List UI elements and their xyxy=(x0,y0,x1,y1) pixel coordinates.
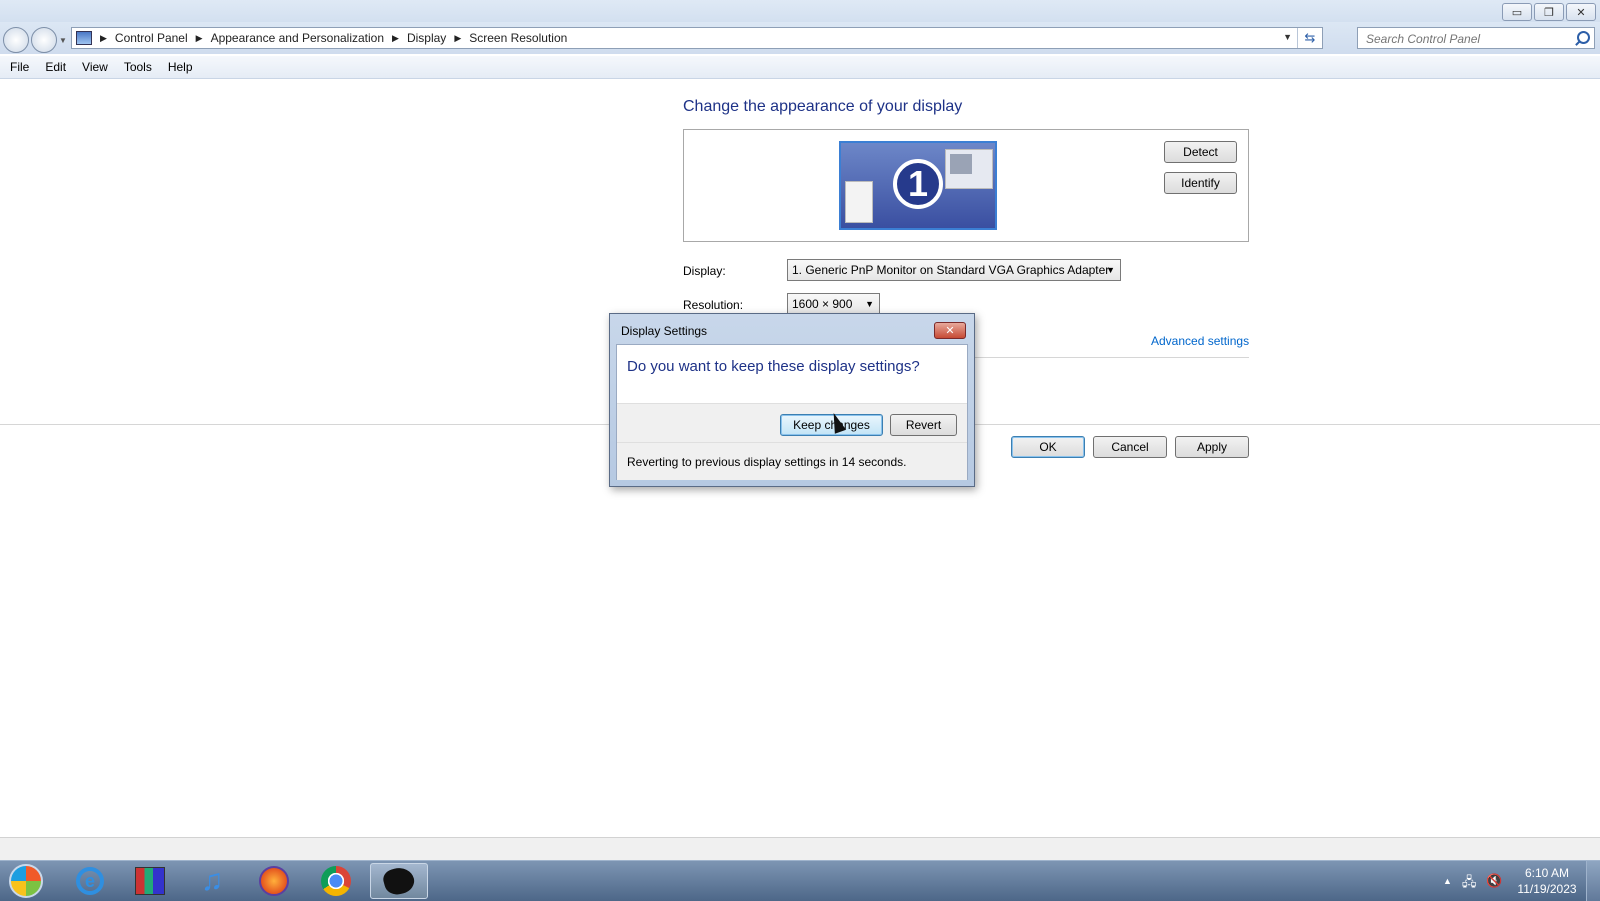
section-divider xyxy=(957,357,1249,358)
taskbar-archive-manager[interactable] xyxy=(122,863,178,899)
chrome-icon xyxy=(321,866,351,896)
menu-edit[interactable]: Edit xyxy=(37,60,74,74)
back-button[interactable] xyxy=(3,27,29,53)
address-bar[interactable]: ▶ Control Panel ▶ Appearance and Persona… xyxy=(71,27,1323,49)
restore-button[interactable]: ❐ xyxy=(1534,3,1564,21)
dialog-body: Do you want to keep these display settin… xyxy=(616,344,968,480)
breadcrumb-screen-resolution[interactable]: Screen Resolution xyxy=(469,31,567,45)
close-window-button[interactable]: ✕ xyxy=(1566,3,1596,21)
taskbar-itunes[interactable]: ♫ xyxy=(184,863,240,899)
resolution-select[interactable]: 1600 × 900 ▼ xyxy=(787,293,880,315)
dialog-footer: Reverting to previous display settings i… xyxy=(617,442,967,480)
window-thumbnail-icon xyxy=(845,181,873,223)
identify-button[interactable]: Identify xyxy=(1164,172,1237,194)
breadcrumb-arrow-icon[interactable]: ▶ xyxy=(454,33,461,44)
resolution-select-value: 1600 × 900 xyxy=(792,297,853,311)
chevron-down-icon: ▼ xyxy=(1106,265,1115,275)
taskbar-chrome[interactable] xyxy=(308,863,364,899)
minimize-icon: ▭ xyxy=(1511,6,1523,19)
system-tray: ▲ 🖧 🔇 xyxy=(1443,873,1503,895)
menu-tools[interactable]: Tools xyxy=(116,60,160,74)
forward-button[interactable] xyxy=(31,27,57,53)
recent-pages-dropdown-icon[interactable]: ▼ xyxy=(59,36,67,45)
menu-help[interactable]: Help xyxy=(160,60,201,74)
search-input[interactable] xyxy=(1364,29,1568,49)
monitor-number: 1 xyxy=(893,159,943,209)
taskbar-clock[interactable]: 6:10 AM 11/19/2023 xyxy=(1512,865,1582,897)
search-box[interactable] xyxy=(1357,27,1595,49)
ok-button[interactable]: OK xyxy=(1011,436,1085,458)
refresh-button[interactable]: ⇆ xyxy=(1297,28,1322,48)
display-select-value: 1. Generic PnP Monitor on Standard VGA G… xyxy=(792,263,1110,277)
display-settings-dialog: Display Settings ✕ Do you want to keep t… xyxy=(609,313,975,487)
network-icon[interactable]: 🖧 xyxy=(1462,873,1477,895)
clock-time: 6:10 AM xyxy=(1524,866,1570,880)
chevron-down-icon: ▼ xyxy=(865,299,874,309)
monitor-1-thumbnail[interactable]: 1 xyxy=(839,141,997,230)
breadcrumb-control-panel[interactable]: Control Panel xyxy=(115,31,188,45)
breadcrumb-display[interactable]: Display xyxy=(407,31,446,45)
detect-button[interactable]: Detect xyxy=(1164,141,1237,163)
refresh-icon: ⇆ xyxy=(1304,30,1316,45)
apply-button[interactable]: Apply xyxy=(1175,436,1249,458)
search-icon[interactable] xyxy=(1577,31,1590,44)
advanced-settings-link[interactable]: Advanced settings xyxy=(1151,334,1249,348)
display-select[interactable]: 1. Generic PnP Monitor on Standard VGA G… xyxy=(787,259,1121,281)
app-tool-icon xyxy=(381,864,417,898)
cancel-button[interactable]: Cancel xyxy=(1093,436,1167,458)
address-history-dropdown-icon[interactable]: ▼ xyxy=(1283,32,1292,42)
music-note-icon: ♫ xyxy=(200,864,224,897)
navigation-bar: ▼ ▶ Control Panel ▶ Appearance and Perso… xyxy=(0,22,1600,54)
dialog-title: Display Settings xyxy=(621,324,708,338)
menu-view[interactable]: View xyxy=(74,60,116,74)
status-bar xyxy=(0,837,1600,861)
breadcrumb-arrow-icon[interactable]: ▶ xyxy=(100,33,107,44)
archive-icon xyxy=(135,867,165,895)
breadcrumb-arrow-icon[interactable]: ▶ xyxy=(392,33,399,44)
window-title-bar: ▭ ❐ ✕ xyxy=(0,0,1600,22)
close-icon: ✕ xyxy=(945,325,955,337)
taskbar-active-app[interactable] xyxy=(370,863,428,899)
control-panel-icon xyxy=(76,31,92,45)
breadcrumb-appearance[interactable]: Appearance and Personalization xyxy=(211,31,384,45)
firefox-icon xyxy=(259,866,289,896)
clock-date: 11/19/2023 xyxy=(1517,882,1577,896)
volume-muted-icon[interactable]: 🔇 xyxy=(1486,873,1502,895)
display-label: Display: xyxy=(683,264,726,278)
menu-file[interactable]: File xyxy=(0,60,37,74)
taskbar-internet-explorer[interactable]: e xyxy=(62,863,118,899)
revert-countdown-text: Reverting to previous display settings i… xyxy=(627,455,907,469)
menu-bar: File Edit View Tools Help xyxy=(0,56,1600,79)
taskbar-firefox[interactable] xyxy=(246,863,302,899)
show-hidden-icons-icon[interactable]: ▲ xyxy=(1443,873,1452,895)
breadcrumb-arrow-icon[interactable]: ▶ xyxy=(196,33,203,44)
window-thumbnail-icon xyxy=(945,149,993,189)
restore-icon: ❐ xyxy=(1544,6,1554,19)
revert-button[interactable]: Revert xyxy=(890,414,957,436)
minimize-button[interactable]: ▭ xyxy=(1502,3,1532,21)
windows-logo-icon xyxy=(9,864,43,898)
start-button[interactable] xyxy=(2,863,50,899)
dialog-close-button[interactable]: ✕ xyxy=(934,322,966,339)
dialog-question: Do you want to keep these display settin… xyxy=(627,358,920,375)
show-desktop-button[interactable] xyxy=(1586,861,1600,901)
close-icon: ✕ xyxy=(1576,6,1586,19)
resolution-label: Resolution: xyxy=(683,298,744,312)
page-title: Change the appearance of your display xyxy=(683,98,963,115)
taskbar: e ♫ ▲ 🖧 🔇 6:10 AM 11/19/2023 xyxy=(0,860,1600,901)
internet-explorer-icon: e xyxy=(76,867,104,895)
